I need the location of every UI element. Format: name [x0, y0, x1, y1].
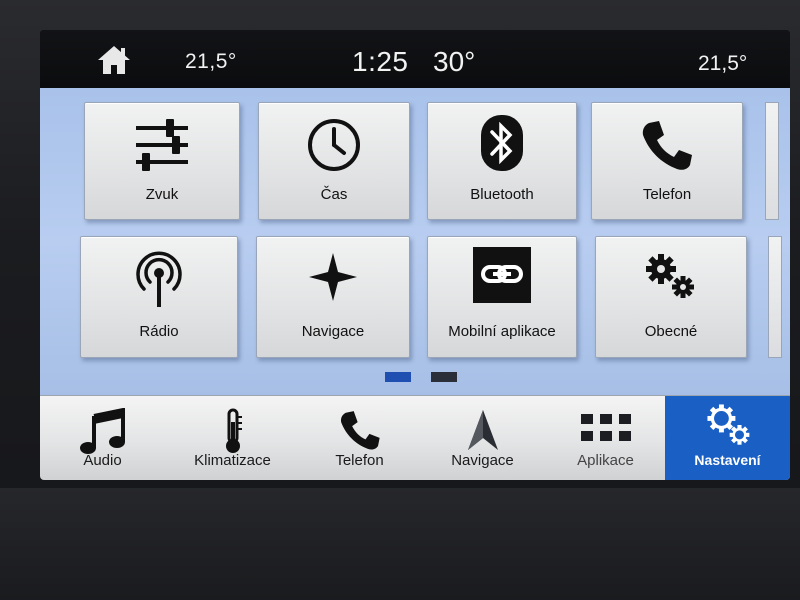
tile-label: Navigace [301, 323, 365, 340]
link-icon [473, 247, 531, 303]
clock-icon [308, 119, 360, 171]
next-page-tile-peek [765, 102, 779, 220]
tile-navigace[interactable]: Navigace [256, 236, 410, 358]
nav-label: Aplikace [577, 452, 634, 469]
apps-grid-icon [580, 414, 631, 441]
tile-label: Telefon [642, 186, 692, 203]
driver-temperature[interactable]: 21,5° [185, 50, 237, 74]
nav-navigace[interactable]: Navigace [420, 396, 545, 480]
nav-label: Audio [83, 452, 122, 469]
tile-cas[interactable]: Čas [258, 102, 410, 220]
compass-star-icon [309, 253, 357, 301]
tile-radio[interactable]: Rádio [80, 236, 238, 358]
home-icon[interactable] [96, 44, 132, 76]
nav-aplikace[interactable]: Aplikace [543, 396, 668, 480]
settings-grid: Zvuk Čas Bluetooth Telefon Rádio Navigac… [40, 88, 790, 395]
passenger-temperature[interactable]: 21,5° [698, 52, 747, 76]
page-indicator-2[interactable] [431, 372, 457, 382]
page-indicator-1[interactable] [385, 372, 411, 382]
outside-temperature: 30° [433, 46, 476, 77]
clock: 1:25 [352, 46, 409, 77]
tile-label: Čas [320, 186, 348, 203]
tile-label: Mobilní aplikace [448, 323, 556, 340]
tile-zvuk[interactable]: Zvuk [84, 102, 240, 220]
bluetooth-icon [481, 115, 523, 171]
tile-telefon[interactable]: Telefon [591, 102, 743, 220]
sliders-icon [136, 119, 188, 171]
nav-label: Nastavení [694, 452, 761, 468]
music-note-icon [79, 408, 125, 454]
status-bar: 21,5° 1:25 30° 21,5° [40, 30, 790, 88]
nav-arrow-icon [467, 410, 498, 450]
nav-nastaveni[interactable]: Nastavení [665, 396, 790, 480]
tile-label: Zvuk [145, 186, 179, 203]
thermometer-icon [225, 408, 242, 453]
nav-audio[interactable]: Audio [40, 396, 165, 480]
gears-icon [706, 404, 749, 445]
nav-telefon[interactable]: Telefon [297, 396, 422, 480]
device-bezel-bottom [0, 488, 800, 600]
tile-obecne[interactable]: Obecné [595, 236, 747, 358]
gears-icon [646, 254, 694, 298]
nav-label: Navigace [451, 452, 514, 469]
nav-label: Telefon [335, 452, 384, 469]
nav-label: Klimatizace [194, 452, 271, 469]
next-page-tile-peek [768, 236, 782, 358]
phone-icon [340, 411, 380, 450]
touchscreen: 21,5° 1:25 30° 21,5° Zvuk Čas Bluetooth … [40, 30, 790, 480]
tile-mobilni-aplikace[interactable]: Mobilní aplikace [427, 236, 577, 358]
phone-icon [642, 121, 692, 170]
tile-bluetooth[interactable]: Bluetooth [427, 102, 577, 220]
nav-klimatizace[interactable]: Klimatizace [170, 396, 295, 480]
radio-antenna-icon [136, 251, 182, 307]
tile-label: Obecné [644, 323, 698, 340]
tile-label: Rádio [139, 323, 179, 340]
tile-label: Bluetooth [470, 186, 534, 203]
bottom-navigation: Audio Klimatizace Telefon Navigace Aplik… [40, 395, 790, 480]
